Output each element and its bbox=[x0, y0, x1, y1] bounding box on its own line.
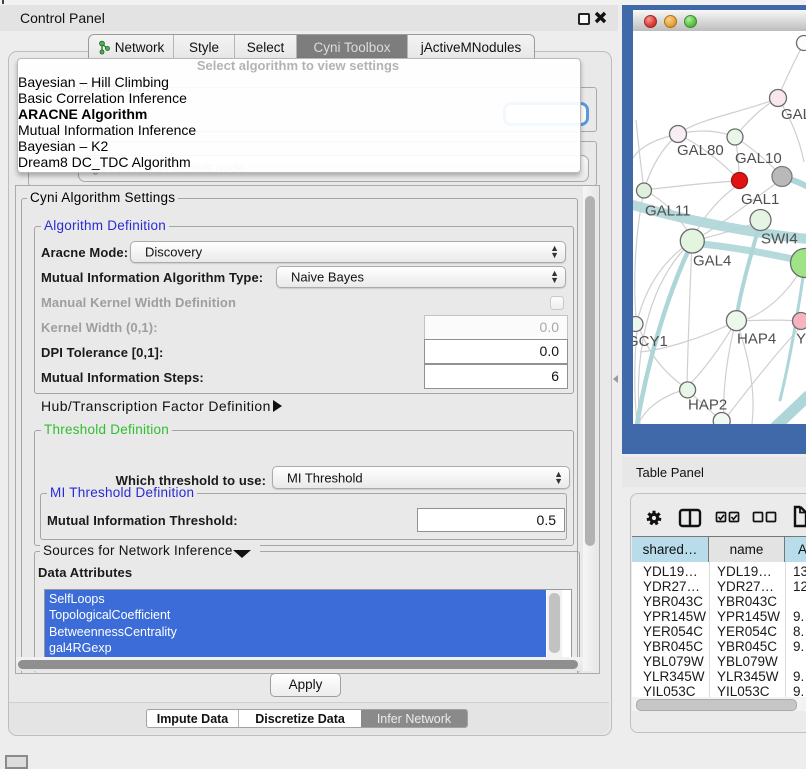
svg-text:GAL7: GAL7 bbox=[781, 106, 806, 123]
svg-text:HAP4: HAP4 bbox=[737, 331, 776, 348]
svg-text:SWI4: SWI4 bbox=[761, 231, 798, 248]
svg-text:GAL1: GAL1 bbox=[741, 191, 779, 208]
svg-text:GAL10: GAL10 bbox=[735, 150, 782, 167]
svg-text:HAP2: HAP2 bbox=[688, 397, 727, 414]
svg-text:YM: YM bbox=[796, 331, 806, 348]
svg-text:GAL80: GAL80 bbox=[677, 142, 724, 159]
svg-text:GAL4: GAL4 bbox=[693, 253, 731, 270]
svg-text:GAL11: GAL11 bbox=[645, 203, 691, 220]
svg-text:GCY1: GCY1 bbox=[633, 333, 668, 350]
